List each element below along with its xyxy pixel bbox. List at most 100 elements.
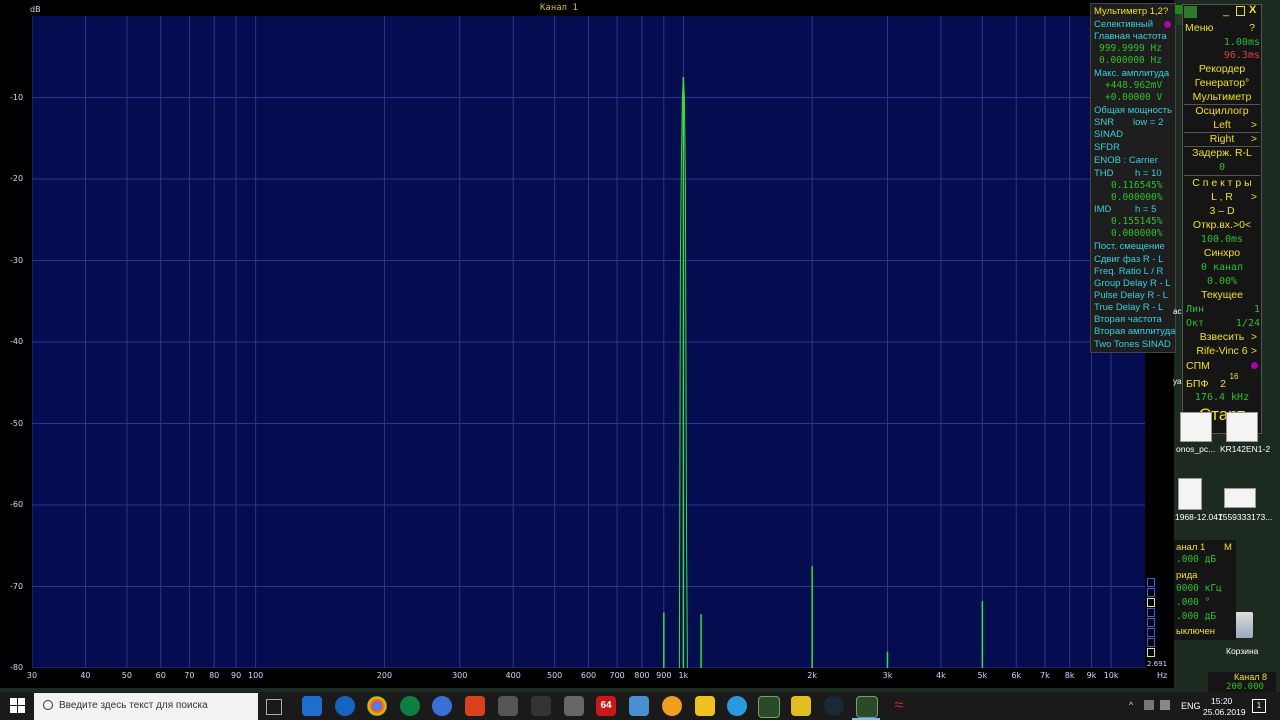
generator-button[interactable]: Генератор° xyxy=(1184,77,1260,90)
edge-icon[interactable] xyxy=(302,696,322,716)
current-button[interactable]: Текущее xyxy=(1184,289,1260,302)
document-icon[interactable] xyxy=(1178,478,1202,510)
settings-icon[interactable] xyxy=(727,696,747,716)
x-tick-label: 500 xyxy=(546,671,563,680)
delay-button[interactable]: Задерж. R-L xyxy=(1184,147,1260,160)
clock-date[interactable]: 25.06.2019 xyxy=(1203,707,1246,717)
channel8-label[interactable]: Канал 8 xyxy=(1234,672,1267,682)
fft-power: 16 xyxy=(1229,372,1239,381)
car-icon[interactable] xyxy=(564,696,584,716)
oscilloscope-button[interactable]: Осциллогр xyxy=(1184,105,1260,118)
clock-time[interactable]: 15:20 xyxy=(1211,696,1232,706)
control-panel: _ X Меню ? 1.00ms 96.3ms Рекордер Генера… xyxy=(1182,4,1262,434)
weigh-arrow[interactable]: > xyxy=(1181,331,1257,344)
x-tick-label: 4k xyxy=(936,671,946,680)
maps-icon[interactable] xyxy=(662,696,682,716)
open-input-button[interactable]: Откр.вх.>0< xyxy=(1184,219,1260,232)
ie-icon[interactable] xyxy=(335,696,355,716)
taskbar-search-box[interactable]: Введите здесь текст для поиска xyxy=(34,693,258,720)
browser-icon[interactable] xyxy=(432,696,452,716)
sync-percent-value: 0.00% xyxy=(1206,276,1238,287)
aida64-icon[interactable]: 64 xyxy=(596,696,616,716)
folder-icon[interactable] xyxy=(695,696,715,716)
notes-icon[interactable] xyxy=(791,696,811,716)
app-red-icon[interactable] xyxy=(465,696,485,716)
spectrum-plot[interactable] xyxy=(31,16,1145,669)
open-input-value: 100.0ms xyxy=(1200,234,1244,245)
x-tick-label: 50 xyxy=(121,671,132,680)
close-button[interactable]: X xyxy=(1249,4,1256,16)
thd-value-2: 0.000000% xyxy=(1111,192,1163,203)
snr-label[interactable]: SNR xyxy=(1094,117,1114,129)
freq-ratio-label[interactable]: Freq. Ratio L / R xyxy=(1094,266,1163,278)
right-channel-arrow[interactable]: > xyxy=(1181,133,1257,146)
maximize-button[interactable] xyxy=(1236,6,1245,16)
generator-m-label[interactable]: M xyxy=(1224,542,1232,553)
spectrum-app-icon[interactable] xyxy=(856,696,878,718)
window-function-arrow[interactable]: > xyxy=(1181,345,1257,358)
second-amp-label[interactable]: Вторая амплитуда xyxy=(1094,326,1175,338)
selective-label[interactable]: Селективный xyxy=(1094,19,1153,31)
y-tick-label: -20 xyxy=(10,174,24,183)
main-freq-value-2: 0.000000 Hz xyxy=(1099,55,1162,66)
windows-start-icon[interactable] xyxy=(10,698,25,713)
sfdr-label[interactable]: SFDR xyxy=(1094,142,1120,154)
two-tones-sinad-label[interactable]: Two Tones SINAD xyxy=(1094,339,1171,351)
generator-channel-title[interactable]: анал 1 xyxy=(1176,542,1205,553)
imd-label[interactable]: IMD xyxy=(1094,204,1111,216)
chrome-icon[interactable] xyxy=(367,696,387,716)
group-delay-label[interactable]: Group Delay R - L xyxy=(1094,278,1171,290)
generator-waveform-label[interactable]: рида xyxy=(1176,570,1197,581)
app-blue-icon[interactable] xyxy=(629,696,649,716)
spectra-button[interactable]: С п е к т р ы xyxy=(1184,177,1260,190)
help-button[interactable]: ? xyxy=(1179,22,1255,35)
image-icon[interactable] xyxy=(1224,488,1256,508)
thd-label[interactable]: THD xyxy=(1094,168,1114,180)
lr-arrow[interactable]: > xyxy=(1181,191,1257,204)
corner-value: 2.691 xyxy=(1147,660,1168,668)
psd-indicator[interactable] xyxy=(1251,362,1258,369)
recorder-button[interactable]: Рекордер xyxy=(1184,63,1260,76)
minimize-button[interactable]: _ xyxy=(1223,5,1229,17)
left-channel-arrow[interactable]: > xyxy=(1181,119,1257,132)
task-view-icon[interactable] xyxy=(266,699,282,715)
sync-button[interactable]: Синхро xyxy=(1184,247,1260,260)
language-indicator[interactable]: ENG xyxy=(1181,701,1201,711)
phase-shift-label[interactable]: Сдвиг фаз R - L xyxy=(1094,254,1163,266)
enob-label[interactable]: ENOB : Carrier xyxy=(1094,155,1158,167)
selective-indicator[interactable] xyxy=(1164,21,1171,28)
x-unit-label: Hz xyxy=(1157,671,1168,680)
file-icon[interactable] xyxy=(1180,412,1212,442)
notification-icon[interactable]: 1 xyxy=(1252,699,1266,713)
tray-volume-icon[interactable] xyxy=(1160,700,1170,710)
waveform-icon[interactable] xyxy=(1184,6,1197,18)
mask-icon[interactable] xyxy=(531,696,551,716)
tray-network-icon[interactable] xyxy=(1144,700,1154,710)
oscilloscope-app-icon[interactable] xyxy=(758,696,780,718)
main-freq-label[interactable]: Главная частота xyxy=(1094,31,1167,43)
file-icon[interactable] xyxy=(1226,412,1258,442)
channel8-value: 200.000 xyxy=(1226,682,1264,692)
opera-icon[interactable] xyxy=(400,696,420,716)
generator-off-label[interactable]: ыключен xyxy=(1176,626,1215,637)
multimeter-title[interactable]: Мультиметр 1,2? xyxy=(1094,6,1168,18)
true-delay-label[interactable]: True Delay R - L xyxy=(1094,302,1163,314)
wave-app-icon[interactable]: ≈ xyxy=(889,696,909,716)
app-gray-icon[interactable] xyxy=(498,696,518,716)
total-power-label[interactable]: Общая мощность xyxy=(1094,105,1172,117)
second-freq-label[interactable]: Вторая частота xyxy=(1094,314,1162,326)
x-tick-label: 6k xyxy=(1011,671,1022,680)
steam-icon[interactable] xyxy=(824,696,844,716)
channel-indicator-strip[interactable] xyxy=(1147,578,1155,658)
trash-icon[interactable] xyxy=(1233,612,1253,638)
multimeter-button[interactable]: Мультиметр xyxy=(1184,91,1260,104)
main-freq-value: 999.9999 Hz xyxy=(1099,43,1162,54)
dc-offset-label[interactable]: Пост. смещение xyxy=(1094,241,1165,253)
3d-button[interactable]: 3 – D xyxy=(1184,205,1260,218)
desktop-cut-label-1: ac xyxy=(1173,307,1182,316)
pulse-delay-label[interactable]: Pulse Delay R - L xyxy=(1094,290,1168,302)
desktop-icon-label-1: onos_pc... xyxy=(1176,444,1216,454)
tray-chevron-icon[interactable]: ^ xyxy=(1129,700,1133,710)
max-amp-label[interactable]: Макс. амплитуда xyxy=(1094,68,1169,80)
sinad-label[interactable]: SINAD xyxy=(1094,129,1123,141)
